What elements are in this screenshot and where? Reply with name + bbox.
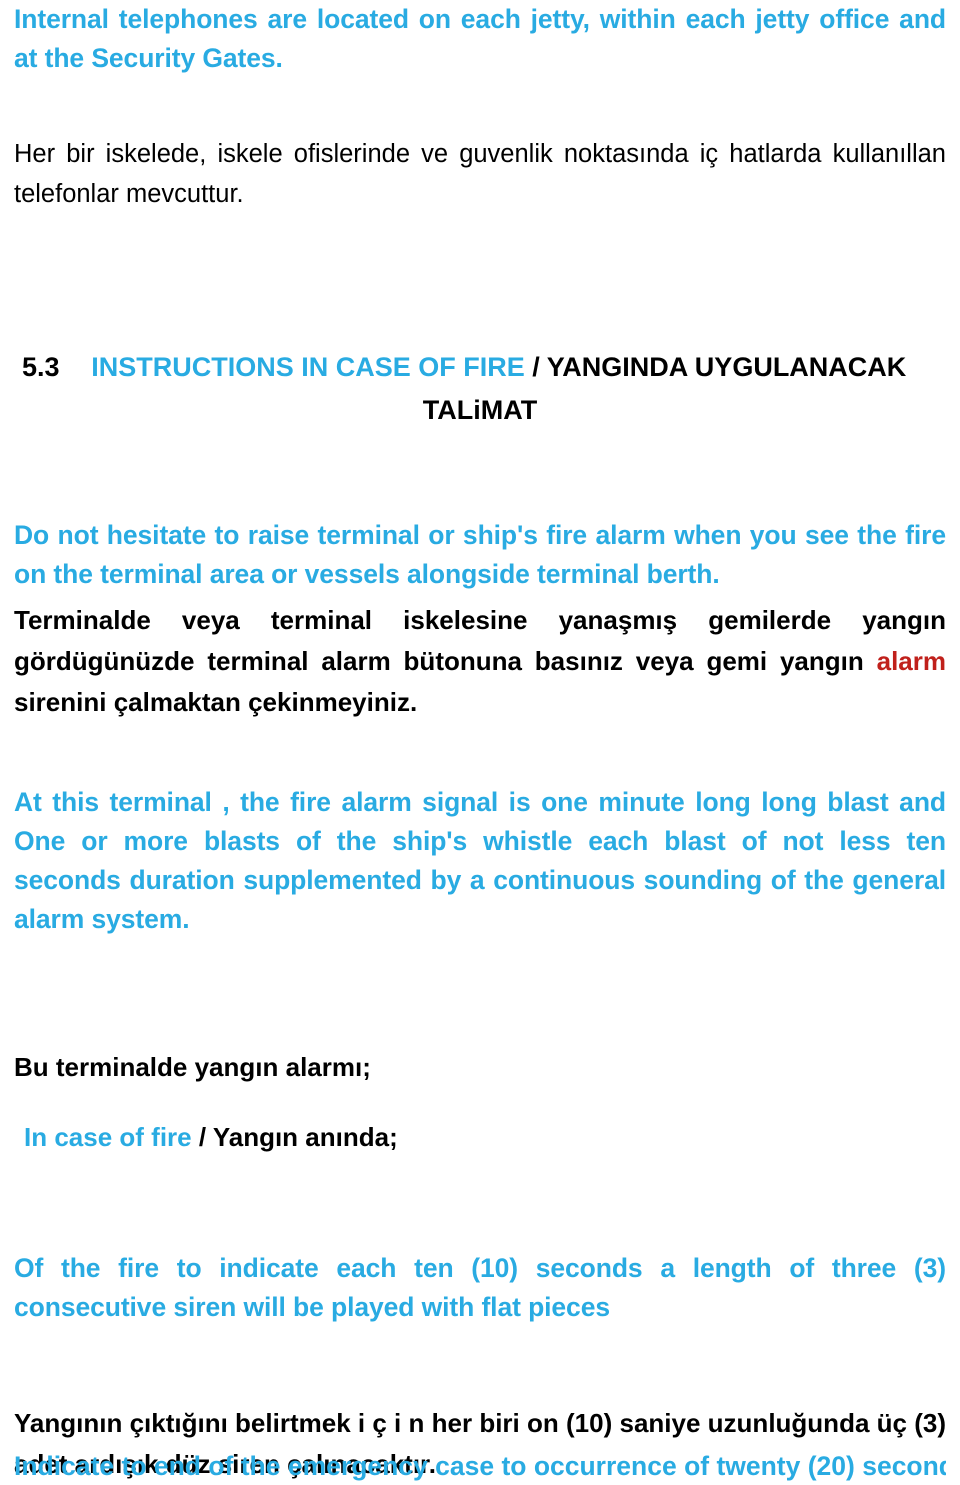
section-title-english: INSTRUCTIONS IN CASE OF FIRE <box>91 352 525 382</box>
alarm-turkish-text-part1: Terminalde veya terminal iskelesine yana… <box>14 605 946 676</box>
document-page: Internal telephones are located on each … <box>0 0 960 1485</box>
paragraph-siren-english: Of the fire to indicate each ten (10) se… <box>14 1253 946 1322</box>
paragraph-incase-bilingual: In case of fire / Yangın anında; <box>14 1117 946 1157</box>
alarm-turkish-text-part2: sirenini çalmaktan çekinmeyiniz. <box>14 687 418 717</box>
section-title-separator: / <box>524 352 547 382</box>
paragraph-endcase-english: Indicate to end of the emergency case to… <box>14 1451 946 1481</box>
section-number: 5.3 <box>22 352 60 382</box>
paragraph-intro-english: Internal telephones are located on each … <box>14 4 946 73</box>
paragraph-signal-english: At this terminal , the fire alarm signal… <box>14 787 946 934</box>
incase-english-label: In case of fire <box>24 1122 192 1152</box>
incase-turkish-label: / Yangın anında; <box>191 1122 398 1152</box>
alarm-turkish-emphasis: alarm <box>876 646 946 676</box>
paragraph-alarm-english: Do not hesitate to raise terminal or shi… <box>14 520 946 589</box>
paragraph-alarm-header-turkish: Bu terminalde yangın alarmı; <box>14 1052 371 1082</box>
paragraph-intro-turkish: Her bir iskelede, iskele ofislerinde ve … <box>14 140 946 208</box>
paragraph-alarm-turkish: Terminalde veya terminal iskelesine yana… <box>14 600 946 723</box>
section-heading: 5.3 INSTRUCTIONS IN CASE OF FIRE / YANGIN… <box>14 346 946 432</box>
